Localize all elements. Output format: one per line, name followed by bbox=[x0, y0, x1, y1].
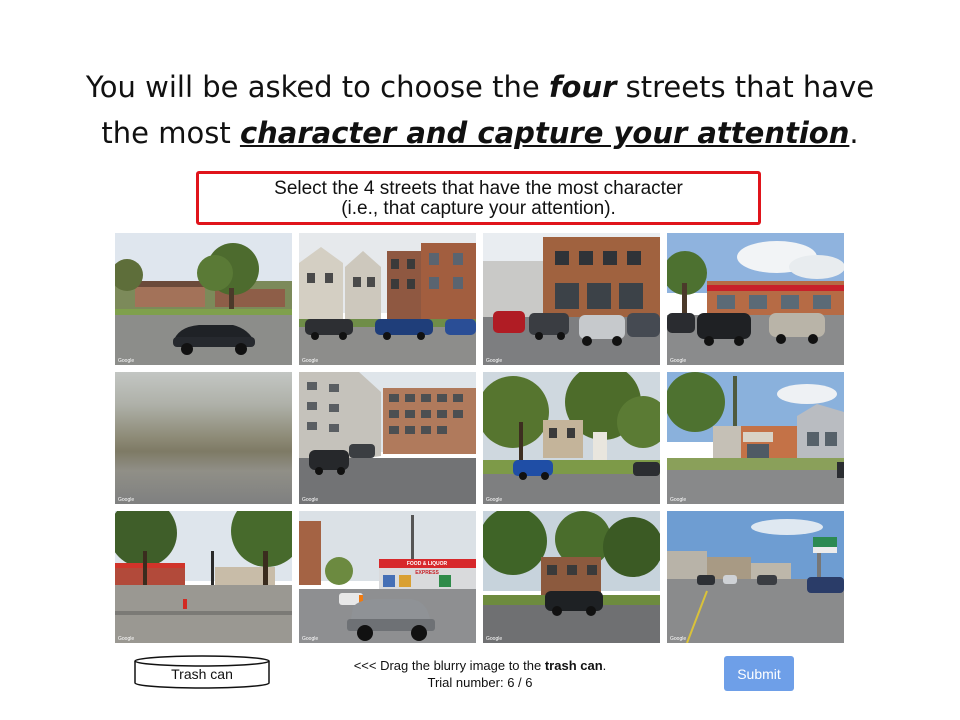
street-view-image-icon bbox=[667, 233, 844, 365]
street-view-image-icon bbox=[667, 372, 844, 504]
headline-line-2: the most character and capture your atte… bbox=[0, 110, 960, 156]
slide: You will be asked to choose the four str… bbox=[0, 0, 960, 720]
headline-text: . bbox=[849, 116, 859, 150]
google-watermark: Google bbox=[670, 636, 687, 642]
store-sign-line-1: FOOD & LIQUOR bbox=[407, 561, 448, 567]
street-view-image-icon bbox=[667, 511, 844, 643]
google-watermark: Google bbox=[118, 358, 135, 364]
drag-instruction-bold: trash can bbox=[544, 658, 603, 673]
street-image-12[interactable]: Google bbox=[667, 511, 844, 643]
blurry-image-icon bbox=[115, 372, 292, 504]
headline-emphasis-four: four bbox=[548, 70, 617, 104]
google-watermark: Google bbox=[670, 497, 687, 503]
street-image-9[interactable]: Google bbox=[115, 511, 292, 643]
headline-line-1: You will be asked to choose the four str… bbox=[0, 64, 960, 110]
street-view-image-icon bbox=[115, 511, 292, 643]
submit-button[interactable]: Submit bbox=[724, 656, 794, 691]
google-watermark: Google bbox=[302, 358, 319, 364]
footer-instructions: <<< Drag the blurry image to the trash c… bbox=[300, 657, 660, 691]
street-image-10[interactable]: FOOD & LIQUOR EXPRESS Google bbox=[299, 511, 476, 643]
store-sign-line-2: EXPRESS bbox=[415, 570, 439, 576]
street-view-image-icon bbox=[299, 372, 476, 504]
google-watermark: Google bbox=[486, 358, 503, 364]
street-view-image-icon bbox=[483, 233, 660, 365]
street-image-grid: Google Google Google Google Google Googl… bbox=[115, 233, 846, 644]
street-image-7[interactable]: Google bbox=[483, 372, 660, 504]
street-image-11[interactable]: Google bbox=[483, 511, 660, 643]
headline-text: You will be asked to choose the bbox=[85, 70, 549, 104]
google-watermark: Google bbox=[486, 497, 503, 503]
google-watermark: Google bbox=[118, 636, 135, 642]
headline-text: streets that have bbox=[616, 70, 875, 104]
street-image-8[interactable]: Google bbox=[667, 372, 844, 504]
street-image-2[interactable]: Google bbox=[299, 233, 476, 365]
trial-number: Trial number: 6 / 6 bbox=[427, 675, 533, 690]
drag-instruction-text: . bbox=[602, 658, 607, 673]
headline-text: the most bbox=[101, 116, 240, 150]
google-watermark: Google bbox=[486, 636, 503, 642]
headline: You will be asked to choose the four str… bbox=[0, 64, 960, 156]
headline-emphasis-character: character and capture your attention bbox=[239, 116, 850, 150]
street-view-image-icon bbox=[483, 372, 660, 504]
street-image-5-blurry[interactable]: Google bbox=[115, 372, 292, 504]
instruction-line-2: (i.e., that capture your attention). bbox=[341, 198, 616, 219]
street-view-image-icon bbox=[483, 511, 660, 643]
google-watermark: Google bbox=[118, 497, 135, 503]
street-view-image-icon: FOOD & LIQUOR EXPRESS bbox=[299, 511, 476, 643]
instruction-box: Select the 4 streets that have the most … bbox=[196, 171, 761, 225]
trash-can-dropzone[interactable]: Trash can bbox=[134, 655, 270, 689]
street-image-4[interactable]: Google bbox=[667, 233, 844, 365]
drag-instruction: <<< Drag the blurry image to the trash c… bbox=[300, 657, 660, 674]
trash-can-label: Trash can bbox=[171, 666, 233, 682]
instruction-line-1: Select the 4 streets that have the most … bbox=[274, 178, 683, 199]
google-watermark: Google bbox=[670, 358, 687, 364]
google-watermark: Google bbox=[302, 636, 319, 642]
street-view-image-icon bbox=[299, 233, 476, 365]
street-view-image-icon bbox=[115, 233, 292, 365]
street-image-3[interactable]: Google bbox=[483, 233, 660, 365]
street-image-6[interactable]: Google bbox=[299, 372, 476, 504]
street-image-1[interactable]: Google bbox=[115, 233, 292, 365]
drag-instruction-text: <<< Drag the blurry image to the bbox=[353, 658, 545, 673]
google-watermark: Google bbox=[302, 497, 319, 503]
